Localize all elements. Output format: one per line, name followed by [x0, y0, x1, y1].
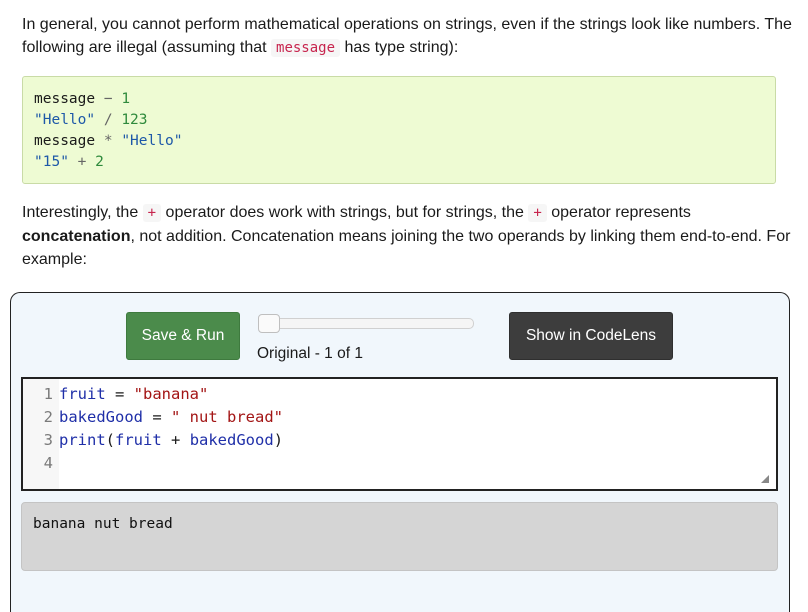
- code-editor-lines[interactable]: 1 fruit = "banana" 2 bakedGood = " nut brea…: [23, 383, 776, 475]
- code-token: fruit: [115, 431, 162, 449]
- code-token: 2: [95, 154, 104, 170]
- editor-line[interactable]: 3 print(fruit + bakedGood): [23, 429, 776, 452]
- version-slider-handle[interactable]: [258, 314, 280, 333]
- code-line: "15" + 2: [34, 152, 764, 173]
- code-token: " nut bread": [171, 408, 283, 426]
- activecode-panel: Save & Run Original - 1 of 1 Show in Cod…: [10, 292, 790, 612]
- show-in-codelens-button[interactable]: Show in CodeLens: [509, 312, 673, 360]
- concat-text-4: , not addition. Concatenation means join…: [22, 228, 791, 268]
- code-token: message: [34, 91, 96, 107]
- line-number: 1: [43, 385, 53, 403]
- line-number: 3: [43, 431, 53, 449]
- code-token: (: [105, 431, 116, 449]
- inline-code-plus-2: +: [528, 204, 547, 222]
- program-output: banana nut bread: [21, 502, 778, 571]
- resize-grip-icon[interactable]: [761, 475, 769, 483]
- code-token: /: [103, 112, 113, 128]
- line-code[interactable]: print(fruit + bakedGood): [59, 429, 283, 452]
- code-token: +: [161, 431, 190, 449]
- version-slider[interactable]: [258, 314, 474, 333]
- concat-text-2: operator does work with strings, but for…: [161, 204, 529, 221]
- line-number: 2: [43, 408, 53, 426]
- code-token: bakedGood: [189, 431, 274, 449]
- inline-code-plus-1: +: [142, 204, 162, 222]
- concatenation-paragraph: Interestingly, the + operator does work …: [22, 201, 792, 271]
- concat-text-3: operator represents: [546, 204, 691, 221]
- code-token: fruit: [59, 385, 106, 403]
- code-token: "Hello": [121, 133, 183, 149]
- editor-line[interactable]: 1 fruit = "banana": [23, 383, 776, 406]
- editor-line[interactable]: 2 bakedGood = " nut bread": [23, 406, 776, 429]
- code-token: =: [143, 408, 171, 426]
- save-and-run-button[interactable]: Save & Run: [126, 312, 240, 360]
- code-token: "banana": [133, 385, 209, 403]
- code-token: "15": [34, 154, 69, 170]
- intro-text-2: has type string):: [340, 39, 459, 56]
- code-token: 123: [121, 112, 148, 128]
- code-editor[interactable]: 1 fruit = "banana" 2 bakedGood = " nut brea…: [21, 377, 778, 491]
- code-token: *: [103, 133, 113, 149]
- code-token: "Hello": [34, 112, 96, 128]
- concatenation-term: concatenation: [22, 228, 131, 245]
- editor-line[interactable]: 4: [23, 452, 776, 475]
- illegal-examples-code-block: message − 1 "Hello" / 123 message * "Hello…: [22, 76, 776, 184]
- version-label: Original - 1 of 1: [257, 345, 363, 362]
- line-number: 4: [43, 454, 53, 472]
- code-line: "Hello" / 123: [34, 110, 764, 131]
- code-token: −: [103, 91, 113, 107]
- code-token: message: [34, 133, 96, 149]
- code-line: message − 1: [34, 89, 764, 110]
- code-line: message * "Hello": [34, 131, 764, 152]
- code-token: bakedGood: [59, 408, 143, 426]
- code-token: ): [273, 431, 284, 449]
- inline-code-message: message: [271, 39, 341, 57]
- code-token: 1: [121, 91, 131, 107]
- line-code[interactable]: bakedGood = " nut bread": [59, 406, 283, 429]
- code-token: print: [59, 431, 106, 449]
- line-code[interactable]: fruit = "banana": [59, 383, 208, 406]
- intro-paragraph: In general, you cannot perform mathemati…: [22, 13, 792, 60]
- code-token: =: [105, 385, 134, 403]
- concat-text-1: Interestingly, the: [22, 204, 143, 221]
